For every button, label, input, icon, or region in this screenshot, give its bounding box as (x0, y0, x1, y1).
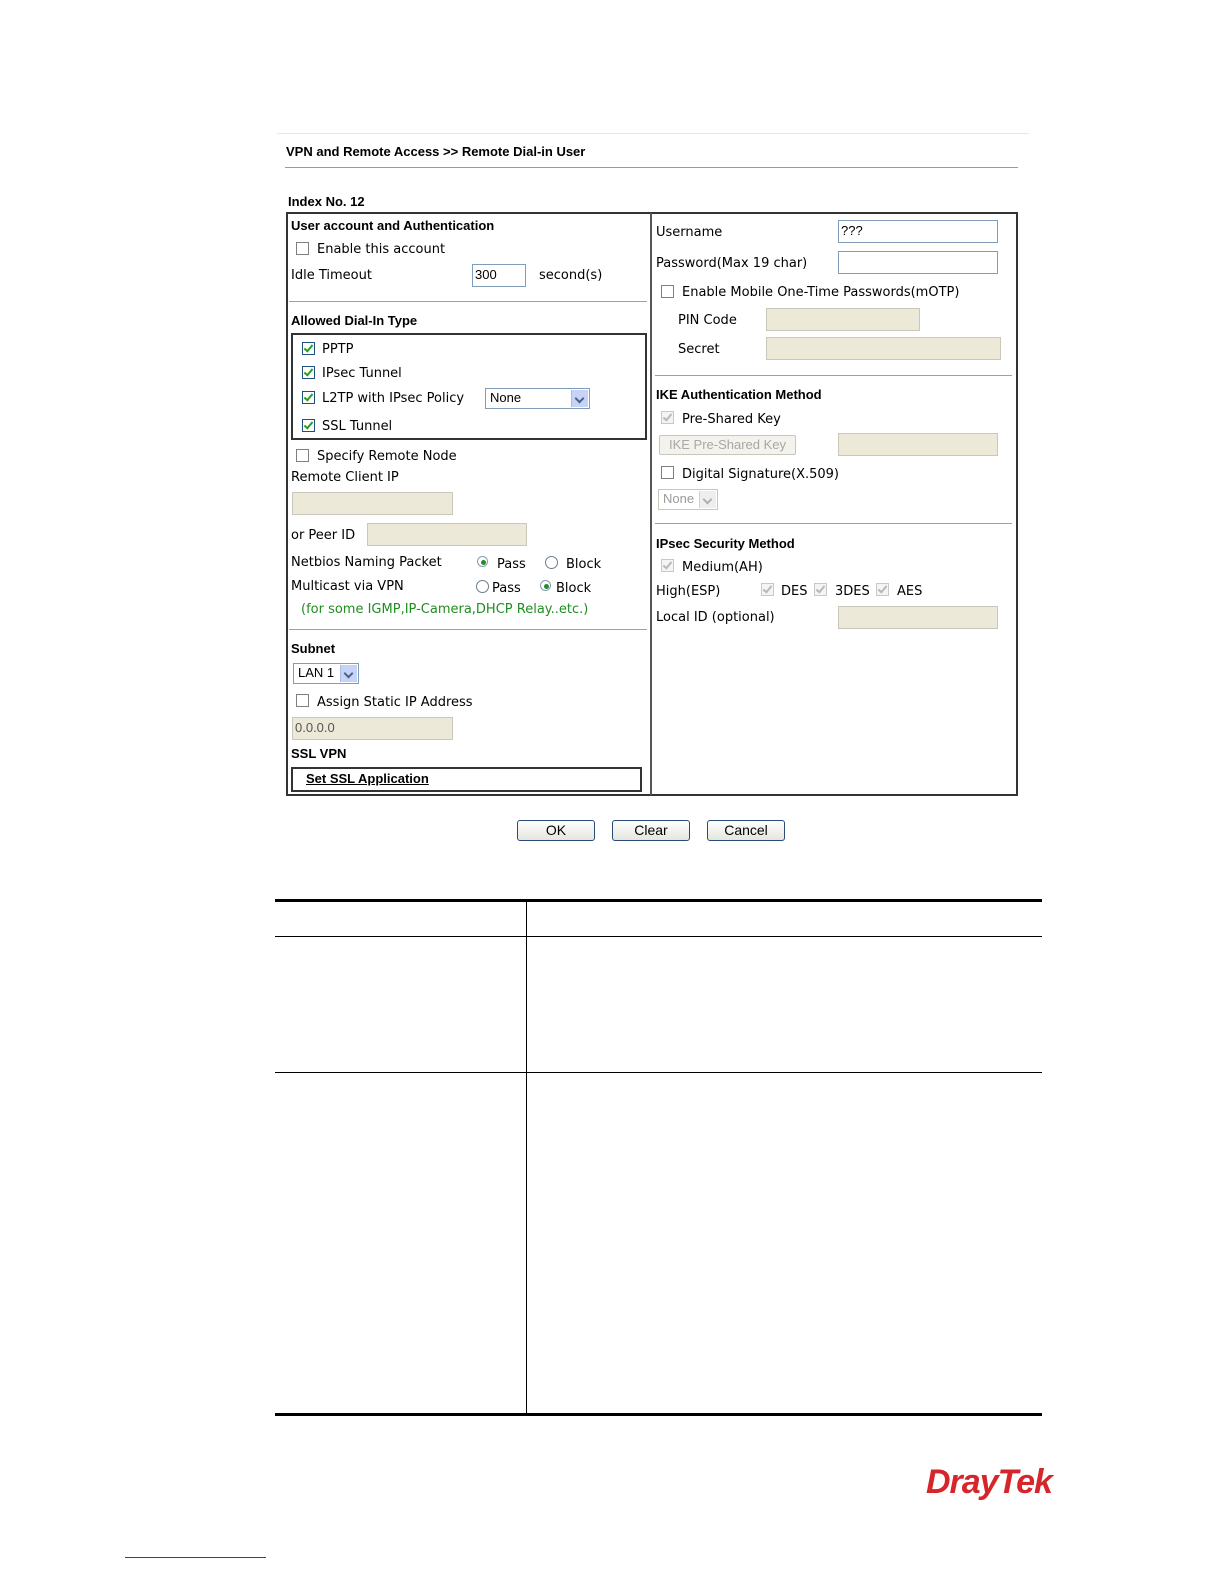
table-header-rule (275, 936, 1042, 937)
draytek-logo: DrayTek (926, 1463, 1053, 1502)
pre-shared-key-label: Pre-Shared Key (682, 412, 781, 427)
l2tp-checkbox[interactable] (302, 391, 315, 404)
top-rule (277, 133, 1029, 134)
table-top-rule (275, 899, 1042, 902)
set-ssl-application-link[interactable]: Set SSL Application (306, 771, 429, 786)
motp-label: Enable Mobile One-Time Passwords(mOTP) (682, 285, 960, 300)
local-id-label: Local ID (optional) (656, 610, 775, 625)
local-id-input[interactable] (838, 606, 998, 629)
netbios-label: Netbios Naming Packet (291, 555, 442, 570)
secret-input[interactable] (766, 337, 1001, 360)
ipsec-heading: IPsec Security Method (656, 536, 795, 551)
remote-client-ip-label: Remote Client IP (291, 470, 399, 485)
ssl-vpn-heading: SSL VPN (291, 746, 347, 761)
l2tp-label: L2TP with IPsec Policy (322, 391, 465, 406)
assign-static-ip-label: Assign Static IP Address (317, 695, 473, 710)
l2tp-policy-value: None (490, 390, 522, 405)
medium-ah-checkbox[interactable] (661, 559, 674, 572)
multicast-note: (for some IGMP,IP-Camera,DHCP Relay..etc… (301, 602, 589, 617)
high-esp-label: High(ESP) (656, 584, 721, 599)
aes-checkbox[interactable] (876, 583, 889, 596)
des-checkbox[interactable] (761, 583, 774, 596)
cancel-button[interactable]: Cancel (707, 820, 785, 841)
specify-remote-node-label: Specify Remote Node (317, 449, 457, 464)
index-label: Index No. 12 (288, 194, 365, 209)
peer-id-label: or Peer ID (291, 528, 356, 543)
certificate-select[interactable]: None (658, 489, 718, 510)
netbios-block-radio[interactable] (545, 556, 558, 569)
multicast-block-label: Block (556, 581, 592, 596)
medium-ah-label: Medium(AH) (682, 560, 763, 575)
ike-psk-button[interactable]: IKE Pre-Shared Key (659, 435, 796, 455)
pptp-checkbox[interactable] (302, 342, 315, 355)
motp-checkbox[interactable] (661, 285, 674, 298)
l2tp-policy-select[interactable]: None (485, 388, 590, 409)
section-divider (655, 523, 1012, 524)
brand-text: DrayTek (926, 1463, 1053, 1501)
certificate-value: None (663, 491, 695, 506)
peer-id-input[interactable] (367, 523, 527, 546)
account-heading: User account and Authentication (291, 218, 495, 233)
ok-button[interactable]: OK (517, 820, 595, 841)
breadcrumb-underline (285, 167, 1018, 168)
multicast-pass-label: Pass (492, 581, 521, 596)
password-input[interactable] (838, 251, 998, 274)
multicast-block-radio[interactable] (540, 580, 551, 591)
section-divider (289, 301, 647, 302)
pre-shared-key-checkbox[interactable] (661, 411, 674, 424)
3des-checkbox[interactable] (814, 583, 827, 596)
chevron-down-icon (340, 665, 357, 682)
multicast-label: Multicast via VPN (291, 579, 404, 594)
netbios-block-label: Block (566, 557, 602, 572)
pin-code-input[interactable] (766, 308, 920, 331)
des-label: DES (781, 584, 808, 599)
enable-account-label: Enable this account (317, 242, 446, 257)
subnet-select[interactable]: LAN 1 (293, 663, 359, 684)
ipsec-tunnel-label: IPsec Tunnel (322, 366, 402, 381)
section-divider (655, 375, 1012, 376)
password-label: Password(Max 19 char) (656, 256, 808, 271)
chevron-down-icon (699, 491, 716, 508)
table-column-divider (526, 901, 527, 1414)
pin-code-label: PIN Code (678, 313, 737, 328)
specify-remote-node-checkbox[interactable] (296, 449, 309, 462)
breadcrumb: VPN and Remote Access >> Remote Dial-in … (286, 144, 586, 159)
assign-static-ip-checkbox[interactable] (296, 694, 309, 707)
clear-button[interactable]: Clear (612, 820, 690, 841)
idle-timeout-unit: second(s) (539, 268, 603, 283)
enable-account-checkbox[interactable] (296, 242, 309, 255)
secret-label: Secret (678, 342, 720, 357)
section-divider (289, 629, 647, 630)
multicast-pass-radio[interactable] (476, 580, 489, 593)
static-ip-input[interactable]: 0.0.0.0 (292, 717, 453, 740)
idle-timeout-label: Idle Timeout (291, 268, 372, 283)
digital-signature-label: Digital Signature(X.509) (682, 467, 840, 482)
aes-label: AES (897, 584, 923, 599)
table-row-rule (275, 1072, 1042, 1073)
dial-in-heading: Allowed Dial-In Type (291, 313, 418, 328)
ike-psk-input[interactable] (838, 433, 998, 456)
panel-divider (650, 213, 652, 795)
pptp-label: PPTP (322, 342, 354, 357)
table-bottom-rule (275, 1413, 1042, 1416)
chevron-down-icon (571, 390, 588, 407)
idle-timeout-input[interactable]: 300 (472, 264, 526, 287)
digital-signature-checkbox[interactable] (661, 466, 674, 479)
ike-psk-button-label: IKE Pre-Shared Key (668, 437, 787, 452)
ike-heading: IKE Authentication Method (656, 387, 822, 402)
remote-client-ip-input[interactable] (292, 492, 453, 515)
ssl-tunnel-label: SSL Tunnel (322, 419, 393, 434)
subnet-heading: Subnet (291, 641, 336, 656)
footer-rule (125, 1557, 266, 1558)
netbios-pass-radio[interactable] (477, 556, 488, 567)
ipsec-tunnel-checkbox[interactable] (302, 366, 315, 379)
ssl-tunnel-checkbox[interactable] (302, 419, 315, 432)
subnet-value: LAN 1 (298, 665, 335, 680)
3des-label: 3DES (835, 584, 870, 599)
username-label: Username (656, 225, 723, 240)
username-input[interactable]: ??? (838, 220, 998, 243)
netbios-pass-label: Pass (497, 557, 526, 572)
